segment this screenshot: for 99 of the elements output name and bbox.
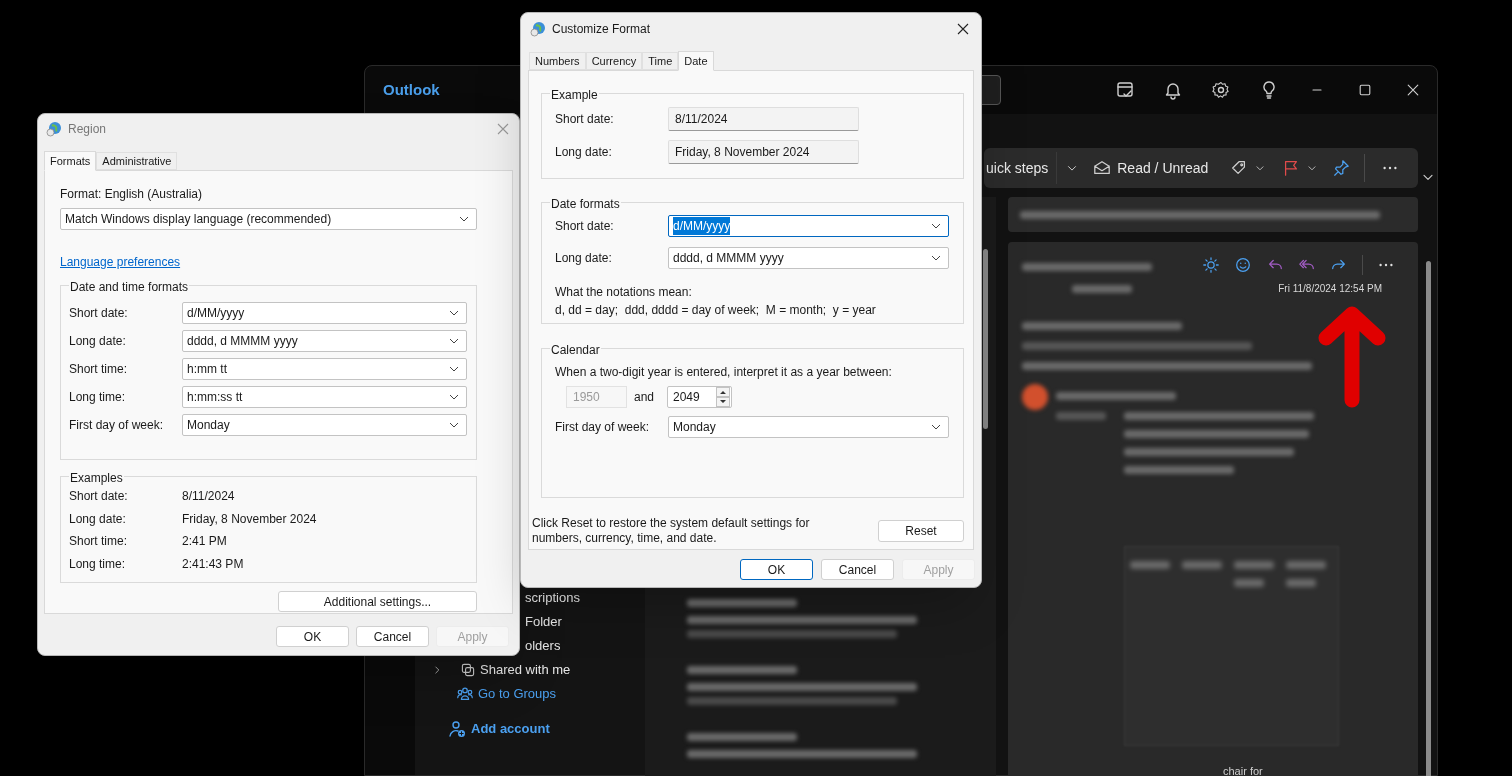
blurred-text	[1286, 579, 1316, 587]
dialog-button[interactable]: Cancel	[821, 559, 894, 580]
field-label: Long date:	[555, 144, 613, 161]
dropdown[interactable]: dddd, d MMMM yyyy	[668, 247, 949, 269]
example-value: Friday, 8 November 2024	[182, 510, 317, 528]
dropdown[interactable]: Monday	[182, 414, 467, 436]
window-title: Customize Format	[552, 20, 652, 38]
dropdown[interactable]: Match Windows display language (recommended)	[60, 208, 477, 230]
caret-icon	[449, 422, 459, 428]
settings-icon[interactable]	[1211, 80, 1231, 100]
dropdown[interactable]: Monday	[668, 416, 949, 438]
reset-note: Click Reset to restore the system default settings for numbers, currency, time, and date.	[532, 516, 811, 546]
add-person-icon[interactable]	[447, 719, 467, 739]
blurred-text	[1234, 561, 1274, 569]
dialog-button[interactable]: OK	[740, 559, 813, 580]
tab[interactable]: Date	[678, 51, 714, 71]
example-value: 8/11/2024	[182, 488, 235, 506]
caret-icon	[931, 255, 941, 261]
blurred-text	[1072, 284, 1132, 293]
caret-icon	[449, 310, 459, 316]
avatar	[1022, 384, 1048, 410]
message-date: Fri 11/8/2024 12:54 PM	[1278, 282, 1382, 296]
format-label: Format: English (Australia)	[60, 186, 204, 203]
folder-item[interactable]: Add account	[471, 719, 550, 739]
blurred-text	[1056, 412, 1106, 420]
field-label: Short time:	[69, 361, 129, 378]
tab[interactable]: Formats	[44, 151, 97, 171]
dropdown[interactable]: dddd, d MMMM yyyy	[182, 330, 467, 352]
blurred-text	[1286, 561, 1326, 569]
tab[interactable]: Numbers	[529, 52, 586, 70]
scrollbar[interactable]	[1426, 261, 1431, 776]
readonly-field: Friday, 8 November 2024	[668, 140, 859, 164]
tab[interactable]: Time	[642, 52, 679, 70]
people-icon[interactable]	[456, 685, 474, 703]
language-link[interactable]: Language preferences	[60, 253, 181, 271]
field-label: Long time:	[69, 389, 127, 406]
globe-icon	[46, 120, 62, 137]
field-label: First day of week:	[69, 417, 165, 434]
spin-arrows-icon[interactable]	[716, 387, 730, 407]
pin-icon[interactable]	[1332, 159, 1351, 177]
dialog-button[interactable]: OK	[276, 626, 349, 647]
scrollbar[interactable]	[983, 249, 988, 429]
table-cell-text: chair for	[1223, 765, 1263, 776]
field-label: Short date:	[69, 305, 129, 322]
caret-icon	[449, 338, 459, 344]
example-value: 2:41:43 PM	[182, 555, 244, 573]
dropdown[interactable]: h:mm tt	[182, 358, 467, 380]
field-label: Short date:	[555, 218, 615, 235]
field-label: Short time:	[69, 533, 129, 551]
caret-icon	[931, 424, 941, 430]
field-label: Short date:	[69, 488, 129, 506]
caret-icon	[449, 366, 459, 372]
dialog-button[interactable]: Cancel	[356, 626, 429, 647]
dropdown[interactable]: h:mm:ss tt	[182, 386, 467, 408]
tab[interactable]: Currency	[585, 52, 643, 70]
field-label: First day of week:	[555, 419, 651, 436]
blurred-text	[1130, 561, 1170, 569]
caret-icon	[449, 394, 459, 400]
additional-settings-button[interactable]: Additional settings...	[278, 591, 477, 612]
calendar-check-icon[interactable]	[1115, 80, 1135, 100]
blurred-text	[1234, 579, 1264, 587]
year-spinner[interactable]: 2049	[667, 386, 732, 408]
folder-item[interactable]: scriptions	[525, 588, 580, 608]
reset-button[interactable]: Reset	[878, 520, 964, 542]
smiley-icon[interactable]	[1234, 256, 1252, 274]
toolbar-button[interactable]: Read / Unread	[1093, 157, 1209, 179]
bell-icon[interactable]	[1163, 80, 1183, 100]
field-label: Short date:	[555, 111, 615, 128]
field-label: Long time:	[69, 555, 127, 573]
folder-item[interactable]: Shared with me	[480, 660, 571, 680]
shared-folder-icon[interactable]	[460, 662, 476, 678]
dropdown[interactable]: d/MM/yyyy	[668, 215, 949, 237]
blurred-text	[1182, 561, 1222, 569]
folder-item[interactable]: Folder	[525, 612, 562, 632]
notation-title: What the notations mean:	[555, 284, 693, 301]
caret-icon	[931, 223, 941, 229]
folder-item[interactable]: olders	[525, 636, 561, 656]
globe-icon	[530, 20, 546, 37]
envelope-icon[interactable]	[1093, 159, 1112, 177]
tab[interactable]: Administrative	[96, 152, 178, 170]
dropdown[interactable]: d/MM/yyyy	[182, 302, 467, 324]
folder-item[interactable]: Go to Groups	[478, 684, 557, 704]
app-title: Outlook	[383, 79, 440, 100]
readonly-field: 8/11/2024	[668, 107, 859, 131]
sun-icon[interactable]	[1202, 256, 1220, 274]
caret-icon	[459, 216, 469, 222]
and-label: and	[634, 389, 656, 406]
notation-text: d, dd = day; ddd, dddd = day of week; M = month; y = year	[555, 302, 877, 319]
close-icon[interactable]	[1405, 82, 1421, 98]
window-title: Region	[68, 120, 108, 138]
example-value: 2:41 PM	[182, 533, 227, 551]
field-label: Long date:	[555, 250, 613, 267]
toolbar-button[interactable]: uick steps	[986, 152, 1058, 184]
field-label: Long date:	[69, 333, 127, 350]
close-icon[interactable]	[957, 22, 969, 35]
year-field: 1950	[566, 386, 627, 408]
calendar-prompt: When a two-digit year is entered, interpret it as a year between:	[555, 364, 893, 381]
maximize-icon[interactable]	[1357, 82, 1373, 98]
field-label: Long date:	[69, 510, 127, 528]
